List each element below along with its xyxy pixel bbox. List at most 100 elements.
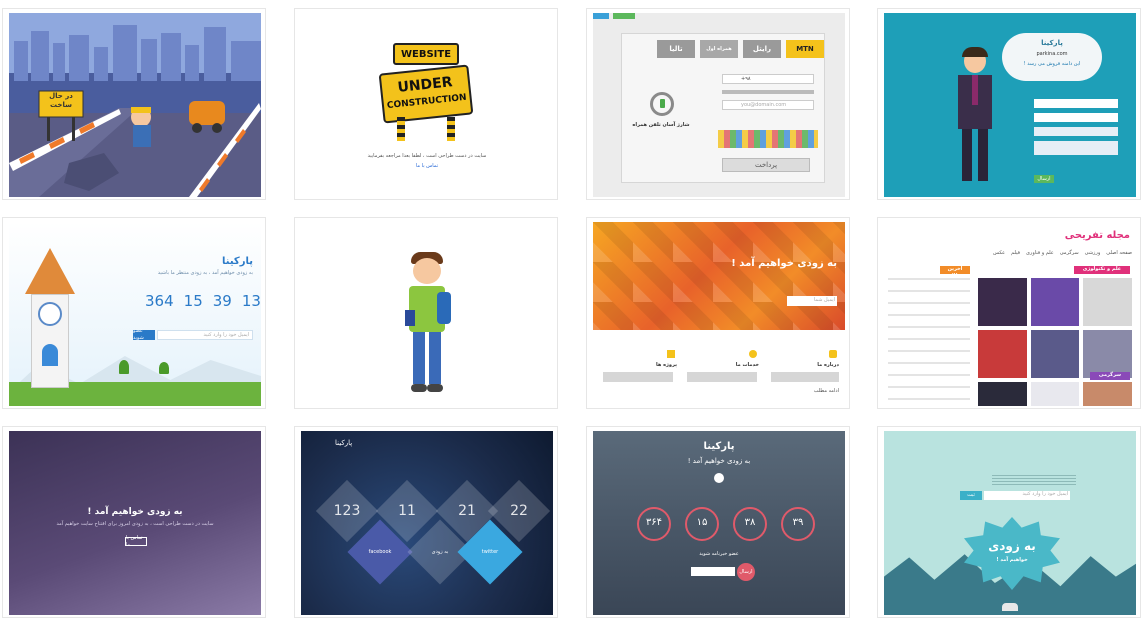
- operator-tabs: MTN رایتل همراه اول تالیا: [652, 40, 824, 58]
- nav-item[interactable]: صفحه اصلی: [1106, 250, 1132, 258]
- template-thumbnail: پارکینا به زودی خواهیم آمد ! ۳۶۴ ۱۵ ۳۸ ۳…: [593, 431, 845, 615]
- car-icon: [1002, 603, 1018, 611]
- payment-panel: MTN رایتل همراه اول تالیا +۹۸ you@domain…: [621, 33, 825, 183]
- news-image[interactable]: [978, 330, 1027, 378]
- purple-subtitle: سایت در دست طراحی است ، به زودی امروز بر…: [56, 521, 214, 527]
- tab-mtn[interactable]: MTN: [786, 40, 824, 58]
- thumb-grid-bottom: [978, 382, 1132, 406]
- mint-submit-button[interactable]: ثبت: [960, 491, 982, 500]
- purple-contact-button[interactable]: تماس با ما: [125, 535, 147, 548]
- form-field-1[interactable]: [1034, 99, 1118, 108]
- template-card-night-diamonds[interactable]: پارکینا 123 11 21 22 facebook به زودی tw…: [294, 426, 558, 618]
- template-card-purple[interactable]: به زودی خواهیم آمد ! سایت در دست طراحی ا…: [2, 426, 266, 618]
- column-text-lines: [603, 372, 839, 382]
- phone-field[interactable]: +۹۸: [722, 74, 814, 84]
- construction-caption: سایت در دست طراحی است ، لطفا بعدا مراجعه…: [367, 153, 487, 159]
- header-text-lines: [992, 475, 1076, 485]
- news-image[interactable]: [978, 278, 1027, 326]
- email-field[interactable]: you@domain.com: [722, 100, 814, 110]
- template-card-under-construction[interactable]: WEBSITE UNDER CONSTRUCTION سایت در دست ط…: [294, 8, 558, 200]
- read-more-link[interactable]: ادامه مطلب: [773, 388, 839, 395]
- news-image[interactable]: [978, 382, 1027, 406]
- news-image[interactable]: [1030, 330, 1080, 378]
- newsletter-label: عضو خبرنامه شوید: [699, 551, 739, 557]
- nav-item[interactable]: ورزشی: [1085, 250, 1101, 258]
- pay-button[interactable]: پرداخت: [722, 158, 810, 172]
- tree: [119, 360, 129, 374]
- template-card-construction-road[interactable]: در حال ساخت: [2, 8, 266, 200]
- mint-headline-1: به زودی: [988, 539, 1036, 553]
- cartoon-boy-figure: [405, 252, 451, 394]
- template-card-cartoon-boy[interactable]: [294, 217, 558, 409]
- tree: [159, 362, 169, 374]
- column-projects: پروژه ها: [655, 362, 677, 368]
- twitter-label: twitter: [481, 549, 499, 555]
- refresh-phone-icon: [650, 92, 674, 116]
- news-image[interactable]: [1030, 278, 1080, 326]
- news-image[interactable]: [1030, 382, 1080, 406]
- template-card-payment-form[interactable]: MTN رایتل همراه اول تالیا +۹۸ you@domain…: [586, 8, 850, 200]
- template-card-clock-tower[interactable]: پارکینا به زودی خواهیم آمد ، به زودی منت…: [2, 217, 266, 409]
- email-input[interactable]: ایمیل خود را وارد کنید: [157, 330, 253, 340]
- nav-item[interactable]: علم و فناوری: [1026, 250, 1054, 258]
- thumb-grid: [978, 278, 1132, 378]
- newsletter-input[interactable]: [691, 567, 735, 576]
- sign-line-2: ساخت: [50, 101, 72, 109]
- number-1: 123: [333, 503, 361, 519]
- countdown-days: 364: [145, 292, 174, 310]
- businessman-figure: [954, 47, 996, 189]
- submit-button[interactable]: ارسال: [1034, 175, 1054, 183]
- template-thumbnail: [301, 222, 553, 406]
- corner-tag: [593, 13, 609, 19]
- about-icon: [829, 350, 837, 358]
- form-field-2[interactable]: [1034, 113, 1118, 122]
- sign-text: در حال ساخت: [40, 92, 82, 110]
- tab-rightel[interactable]: رایتل: [743, 40, 781, 58]
- countdown-value: ۱۵: [696, 517, 708, 528]
- countdown-row: 364 15 39 13: [145, 292, 261, 310]
- news-image[interactable]: [1083, 278, 1132, 326]
- cloud-domain: parkina.com: [1036, 51, 1068, 57]
- number-2: 11: [398, 503, 416, 519]
- backpack: [437, 292, 451, 324]
- amount-slider[interactable]: [722, 90, 814, 94]
- email-placeholder: you@domain.com: [741, 102, 787, 108]
- under-construction-sign: UNDER CONSTRUCTION: [378, 64, 474, 124]
- info-icon: [714, 473, 724, 483]
- lowpoly-email-input[interactable]: ایمیل شما: [787, 296, 837, 306]
- sign-post-right: [447, 117, 455, 141]
- form-field-3[interactable]: [1034, 127, 1118, 136]
- template-card-denim-circles[interactable]: پارکینا به زودی خواهیم آمد ! ۳۶۴ ۱۵ ۳۸ ۳…: [586, 426, 850, 618]
- sign-line-1: در حال: [49, 92, 73, 100]
- number-3: 21: [458, 503, 476, 519]
- news-image[interactable]: [1083, 330, 1132, 378]
- join-button[interactable]: عضو شوید: [133, 328, 155, 341]
- template-card-news-magazine[interactable]: مجله تفریحی صفحه اصلی ورزشی سرگرمی علم و…: [877, 217, 1141, 409]
- template-thumbnail: پارکینا parkina.com این دامنه فروش می رس…: [884, 13, 1136, 197]
- form-field-4[interactable]: [1034, 141, 1118, 155]
- nav-item[interactable]: عکس: [993, 250, 1005, 258]
- section-entertainment: سرگرمی: [1090, 372, 1130, 380]
- lowpoly-facet: [593, 222, 845, 330]
- tab-taliya[interactable]: تالیا: [657, 40, 695, 58]
- template-thumbnail: به زودی خواهیم آمد ! سایت در دست طراحی ا…: [9, 431, 261, 615]
- cloud-subtitle: این دامنه فروش می رسد !: [1023, 61, 1081, 67]
- newsletter-button[interactable]: ارسال: [737, 563, 755, 581]
- template-card-businessman[interactable]: پارکینا parkina.com این دامنه فروش می رس…: [877, 8, 1141, 200]
- countdown-minutes: 39: [212, 292, 232, 310]
- mint-email-input[interactable]: ایمیل خود را وارد کنید: [984, 491, 1070, 500]
- color-swatches: [718, 130, 818, 148]
- projects-icon: [667, 350, 675, 358]
- nav-item[interactable]: فیلم: [1011, 250, 1020, 258]
- news-image[interactable]: [1083, 382, 1132, 406]
- template-thumbnail: مجله تفریحی صفحه اصلی ورزشی سرگرمی علم و…: [884, 222, 1136, 406]
- magazine-nav: صفحه اصلی ورزشی سرگرمی علم و فناوری فیلم…: [888, 250, 1132, 258]
- template-card-orange-lowpoly[interactable]: به زودی خواهیم آمد ! ایمیل شما درباره ما…: [586, 217, 850, 409]
- cloud-title: پارکینا: [1041, 39, 1063, 47]
- template-card-mint-mountains[interactable]: ایمیل خود را وارد کنید ثبت به زودی خواهی…: [877, 426, 1141, 618]
- contact-link[interactable]: تماس با ما: [341, 163, 513, 170]
- country-code: +۹۸: [741, 76, 751, 82]
- nav-item[interactable]: سرگرمی: [1060, 250, 1079, 258]
- tab-hamrah-aval[interactable]: همراه اول: [700, 40, 738, 58]
- lowpoly-headline: به زودی خواهیم آمد !: [731, 258, 837, 269]
